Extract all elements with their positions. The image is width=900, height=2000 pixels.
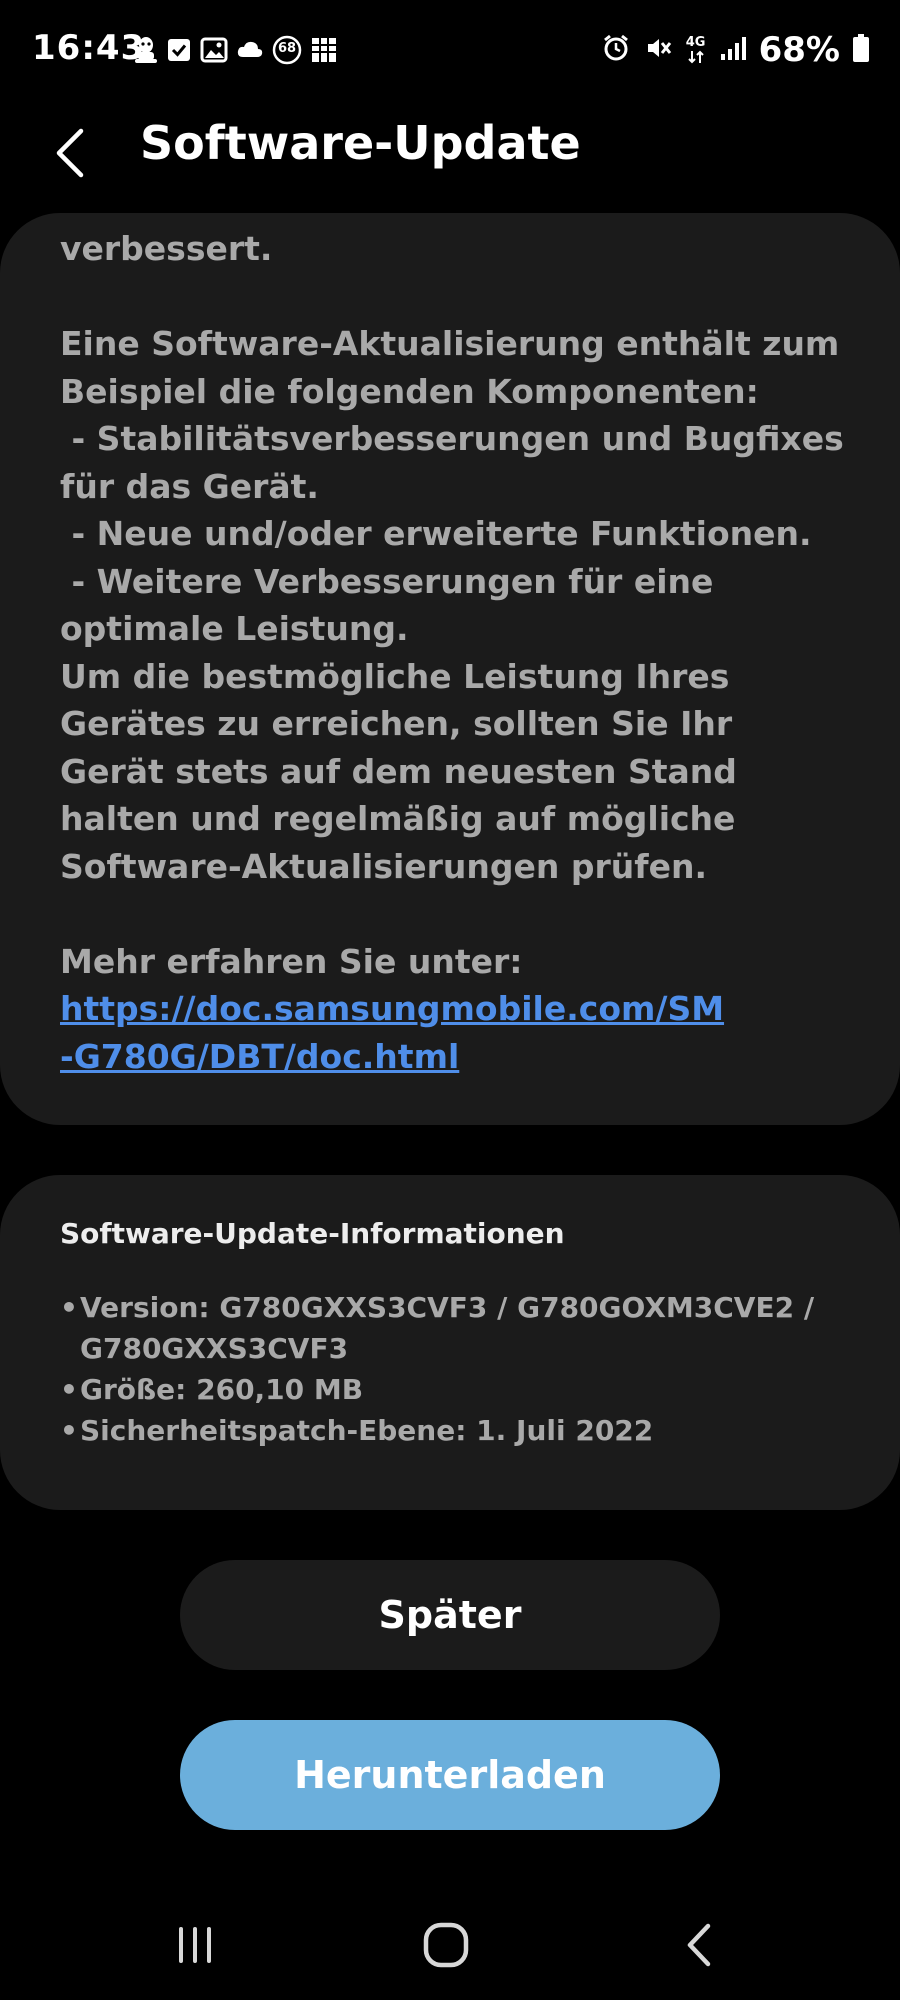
nav-back-icon — [687, 1923, 711, 1967]
home-button[interactable] — [406, 1910, 486, 1980]
network-4g-icon: 4G — [685, 36, 707, 64]
recent-apps-button[interactable] — [155, 1910, 235, 1980]
description-card[interactable]: verbessert. Eine Software-Aktualisierung… — [0, 213, 900, 1125]
info-version: Version: G780GXXS3CVF3 / G780GOXM3CVE2 /… — [60, 1287, 850, 1369]
description-text: verbessert. Eine Software-Aktualisierung… — [60, 225, 860, 1080]
later-button[interactable]: Später — [180, 1560, 720, 1670]
info-list: Version: G780GXXS3CVF3 / G780GOXM3CVE2 /… — [60, 1287, 850, 1451]
info-security-patch: Sicherheitspatch-Ebene: 1. Juli 2022 — [60, 1410, 850, 1451]
network-label: 4G — [685, 35, 706, 50]
back-arrow-icon — [56, 128, 84, 178]
badge-68-icon: 68 — [271, 34, 303, 66]
badge-number: 68 — [277, 41, 297, 56]
back-button[interactable] — [40, 118, 100, 188]
cloud-icon — [235, 37, 265, 63]
info-title: Software-Update-Informationen — [60, 1217, 565, 1250]
info-size: Größe: 260,10 MB — [60, 1369, 850, 1410]
navigation-bar — [0, 1890, 900, 2000]
alarm-icon — [601, 33, 631, 67]
alien-icon — [133, 35, 159, 65]
nav-back-button[interactable] — [660, 1910, 740, 1980]
update-info-card: Software-Update-Informationen Version: G… — [0, 1175, 900, 1510]
status-right: 4G 68% — [601, 30, 870, 70]
page-title: Software-Update — [140, 116, 581, 170]
docs-link[interactable]: https://doc.samsungmobile.com/SM -G780G/D… — [60, 985, 724, 1080]
home-icon — [423, 1922, 469, 1968]
recent-apps-icon — [179, 1927, 211, 1963]
battery-icon — [852, 33, 870, 67]
signal-icon — [719, 34, 747, 66]
notification-icons: 68 — [133, 32, 339, 68]
docs-link-line1: https://doc.samsungmobile.com/SM — [60, 989, 725, 1028]
gallery-icon — [199, 36, 229, 64]
app-header: Software-Update — [0, 100, 900, 210]
grid-icon — [309, 35, 339, 65]
mute-icon — [643, 33, 673, 67]
description-body: verbessert. Eine Software-Aktualisierung… — [60, 229, 844, 981]
status-time: 16:43 — [32, 28, 146, 68]
screen: 16:43 68 4G 68% Software-Update verbesse… — [0, 0, 900, 2000]
download-button[interactable]: Herunterladen — [180, 1720, 720, 1830]
battery-percent: 68% — [758, 30, 840, 70]
docs-link-line2: -G780G/DBT/doc.html — [60, 1036, 460, 1076]
checkbox-icon — [165, 36, 193, 64]
status-bar: 16:43 68 4G 68% — [0, 0, 900, 100]
